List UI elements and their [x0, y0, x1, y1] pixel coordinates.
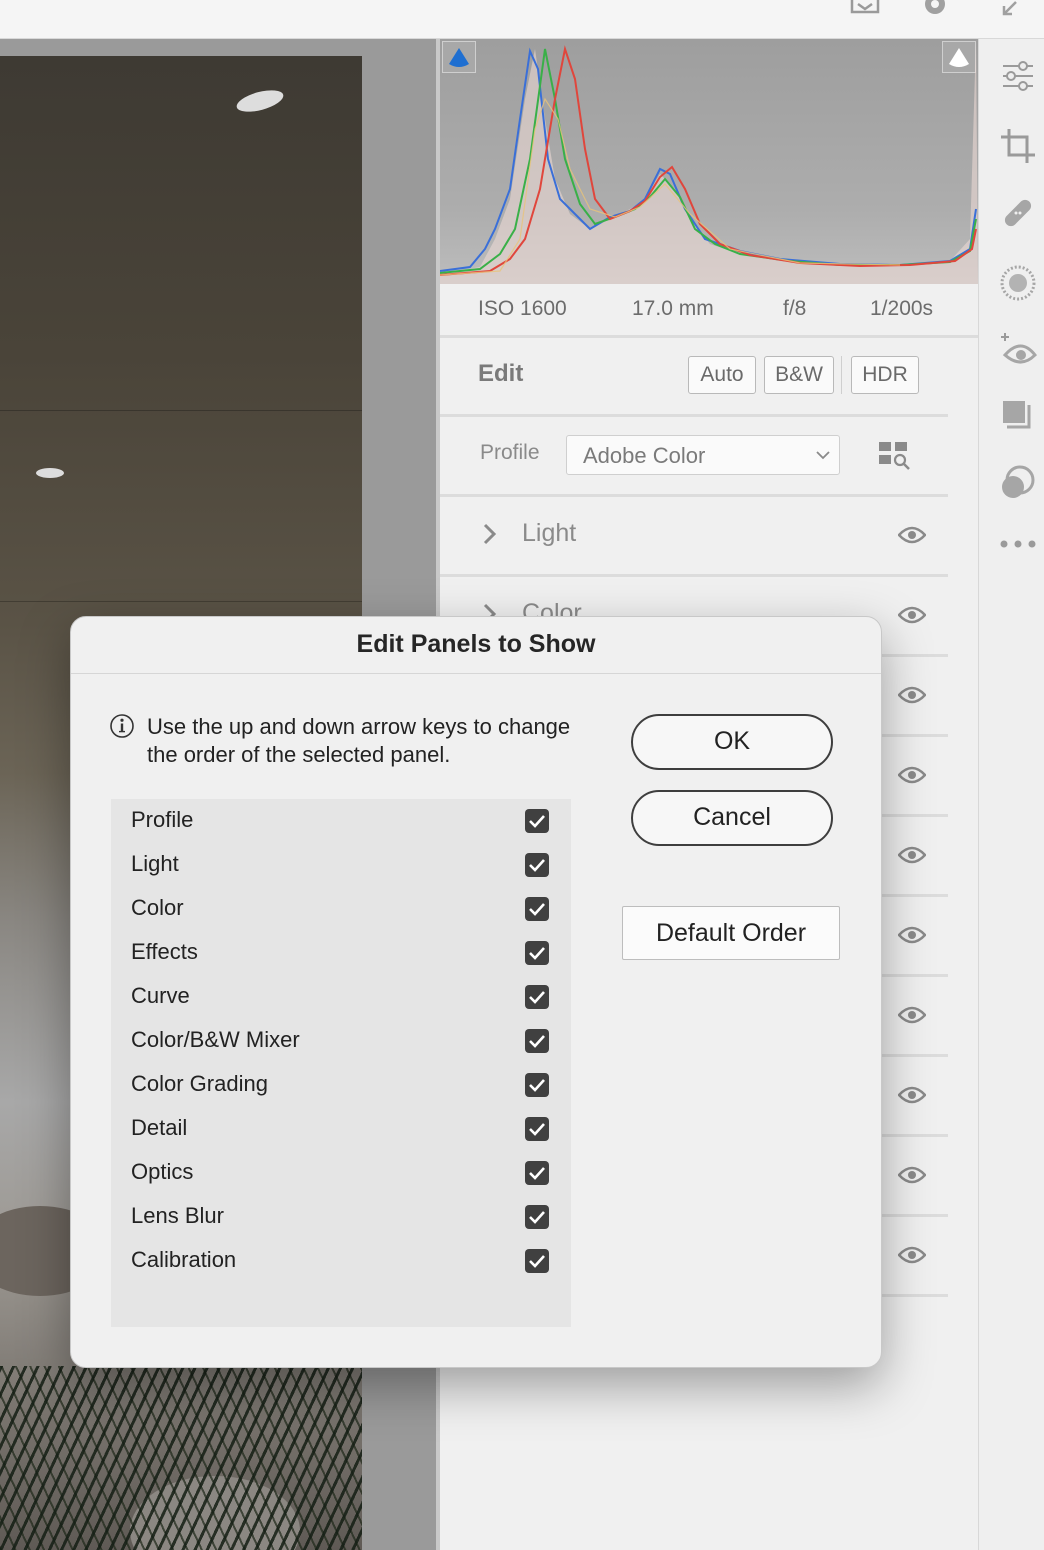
aperture-value: f/8	[783, 297, 807, 320]
list-item-label: Calibration	[131, 1247, 237, 1272]
checkbox[interactable]	[525, 1205, 549, 1229]
eye-icon[interactable]	[898, 1165, 926, 1185]
iso-value: ISO 1600	[478, 297, 567, 320]
shutter-value: 1/200s	[870, 297, 934, 320]
eye-icon[interactable]	[898, 845, 926, 865]
eye-icon[interactable]	[898, 925, 926, 945]
checkbox[interactable]	[525, 941, 549, 965]
checkbox[interactable]	[525, 1029, 549, 1053]
presets-icon[interactable]	[999, 397, 1037, 435]
auto-button[interactable]: Auto	[688, 356, 756, 394]
profile-dropdown[interactable]: Adobe Color	[566, 435, 840, 475]
profile-label: Profile	[480, 441, 540, 464]
profile-value: Adobe Color	[583, 443, 706, 468]
list-item[interactable]: Detail	[131, 1107, 561, 1151]
list-item-label: Detail	[131, 1115, 188, 1140]
edit-title: Edit	[478, 360, 524, 387]
eye-icon[interactable]	[898, 1005, 926, 1025]
cancel-button[interactable]: Cancel	[631, 790, 833, 846]
list-item-label: Effects	[131, 939, 198, 964]
chevron-right-icon	[483, 523, 497, 545]
list-item-label: Optics	[131, 1159, 194, 1184]
settings-icon[interactable]	[920, 0, 950, 18]
list-item[interactable]: Curve	[131, 975, 561, 1019]
edit-sliders-icon[interactable]	[999, 57, 1037, 95]
list-item-label: Lens Blur	[131, 1203, 224, 1228]
dialog-title: Edit Panels to Show	[71, 617, 881, 674]
profile-browser-icon[interactable]	[878, 441, 912, 473]
eye-icon[interactable]	[898, 1085, 926, 1105]
list-item[interactable]: Optics	[131, 1151, 561, 1195]
list-item-label: Light	[131, 851, 179, 876]
top-bar	[0, 0, 1044, 39]
list-item[interactable]: Color	[131, 887, 561, 931]
crop-icon[interactable]	[999, 127, 1037, 165]
list-item-label: Profile	[131, 807, 194, 832]
eye-icon[interactable]	[898, 1245, 926, 1265]
collapse-icon[interactable]	[998, 0, 1022, 18]
eye-icon[interactable]	[898, 525, 926, 545]
eye-icon[interactable]	[898, 685, 926, 705]
red-eye-icon[interactable]	[999, 331, 1037, 369]
histogram-graph	[440, 39, 978, 284]
light-section-label: Light	[522, 519, 577, 547]
list-item-label: Color/B&W Mixer	[131, 1027, 300, 1052]
masking-icon[interactable]	[999, 264, 1037, 302]
list-item[interactable]: Lens Blur	[131, 1195, 561, 1239]
info-icon	[110, 714, 134, 738]
versions-icon[interactable]	[999, 464, 1037, 502]
bw-button[interactable]: B&W	[764, 356, 834, 394]
focal-length-value: 17.0 mm	[632, 297, 714, 320]
checkbox[interactable]	[525, 809, 549, 833]
edit-panels-dialog: Edit Panels to Show Use the up and down …	[70, 616, 882, 1368]
checkbox[interactable]	[525, 1117, 549, 1141]
profile-row: Profile Adobe Color	[440, 417, 948, 497]
chevron-down-icon	[816, 451, 830, 460]
panel-list: Profile Light Color Effects Curve Color/…	[111, 799, 571, 1327]
list-item[interactable]: Profile	[131, 799, 561, 843]
default-order-button[interactable]: Default Order	[622, 906, 840, 960]
hdr-button[interactable]: HDR	[851, 356, 919, 394]
light-section[interactable]: Light	[440, 497, 948, 577]
checkbox[interactable]	[525, 1161, 549, 1185]
healing-icon[interactable]	[999, 194, 1037, 232]
info-text: Use the up and down arrow keys to change…	[147, 714, 571, 767]
checkbox[interactable]	[525, 897, 549, 921]
list-item[interactable]: Calibration	[131, 1239, 561, 1283]
list-item[interactable]: Color/B&W Mixer	[131, 1019, 561, 1063]
eye-icon[interactable]	[898, 765, 926, 785]
edit-header-row: Edit Auto B&W HDR	[440, 338, 948, 417]
list-item[interactable]: Effects	[131, 931, 561, 975]
right-toolbar	[978, 39, 1044, 1550]
camera-info: ISO 1600 17.0 mm f/8 1/200s	[440, 287, 978, 333]
checkbox[interactable]	[525, 1249, 549, 1273]
list-item-label: Color Grading	[131, 1071, 268, 1096]
ok-button[interactable]: OK	[631, 714, 833, 770]
more-icon[interactable]	[999, 529, 1037, 567]
list-item-label: Color	[131, 895, 184, 920]
eye-icon[interactable]	[898, 605, 926, 625]
save-icon[interactable]	[850, 0, 880, 18]
checkbox[interactable]	[525, 853, 549, 877]
checkbox[interactable]	[525, 1073, 549, 1097]
list-item-label: Curve	[131, 983, 190, 1008]
list-item[interactable]: Color Grading	[131, 1063, 561, 1107]
checkbox[interactable]	[525, 985, 549, 1009]
list-item[interactable]: Light	[131, 843, 561, 887]
histogram	[440, 39, 979, 284]
